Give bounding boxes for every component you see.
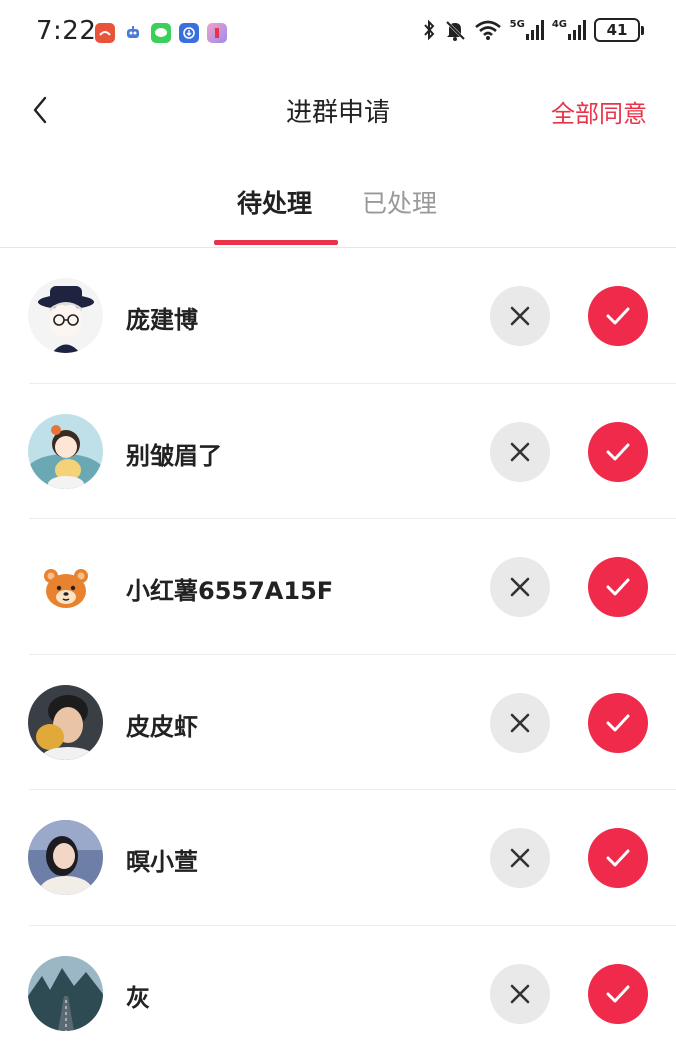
applicant-name: 暝小萱 xyxy=(126,848,198,876)
check-icon xyxy=(606,443,630,460)
bluetooth-icon xyxy=(423,19,435,41)
status-indicators: 5G 4G 41 xyxy=(422,18,644,42)
list-item: 庞建博 xyxy=(0,248,676,384)
close-icon xyxy=(510,713,530,732)
cell-signal-1: 5G xyxy=(510,20,544,40)
network-type-label: 5G xyxy=(509,19,525,30)
accept-button[interactable] xyxy=(588,963,648,1024)
avatar[interactable] xyxy=(28,684,103,760)
close-icon xyxy=(510,306,530,326)
applicant-name: 灰 xyxy=(126,983,150,1012)
accept-button[interactable] xyxy=(588,557,648,617)
reject-button[interactable] xyxy=(490,692,550,753)
tab-active-indicator xyxy=(214,240,338,245)
accept-button[interactable] xyxy=(588,692,648,753)
check-icon xyxy=(606,985,630,1002)
approve-all-button[interactable]: 全部同意 xyxy=(551,94,647,129)
applicant-name: 皮皮虾 xyxy=(126,712,198,741)
tab-processed[interactable]: 已处理 xyxy=(362,184,437,220)
check-icon xyxy=(606,578,630,596)
avatar[interactable] xyxy=(28,955,103,1031)
reject-button[interactable] xyxy=(490,963,550,1024)
close-icon xyxy=(510,442,530,461)
reject-button[interactable] xyxy=(490,421,550,482)
signal-bars-icon xyxy=(525,20,544,40)
check-icon xyxy=(606,714,630,731)
request-list: 庞建博 别皱眉了 小红薯6557A15F 皮皮虾 暝小萱 灰 xyxy=(0,248,676,1050)
avatar[interactable] xyxy=(28,278,103,353)
app-store-icon xyxy=(179,23,199,43)
list-item: 灰 xyxy=(0,926,676,1050)
robot-app-icon xyxy=(123,23,143,43)
status-time: 7:22 xyxy=(36,16,97,46)
signal-bars-icon xyxy=(568,20,586,40)
mute-bell-icon xyxy=(445,20,465,41)
reject-button[interactable] xyxy=(490,557,550,617)
status-bar: 7:22 5G 4G 41 xyxy=(0,0,676,68)
close-icon xyxy=(510,848,530,868)
avatar[interactable] xyxy=(28,549,103,624)
applicant-name: 庞建博 xyxy=(126,306,198,334)
nav-header: 进群申请 全部同意 xyxy=(0,68,676,152)
wifi-icon xyxy=(474,20,501,40)
notification-icons xyxy=(95,23,227,43)
tab-bar: 待处理 已处理 xyxy=(0,170,676,248)
tab-pending[interactable]: 待处理 xyxy=(237,184,312,220)
applicant-name: 小红薯6557A15F xyxy=(126,577,334,605)
reject-button[interactable] xyxy=(490,286,550,346)
avatar[interactable] xyxy=(28,820,103,895)
check-icon xyxy=(606,849,630,867)
accept-button[interactable] xyxy=(588,286,648,346)
applicant-name: 别皱眉了 xyxy=(126,441,222,470)
close-icon xyxy=(510,984,530,1003)
accept-button[interactable] xyxy=(588,828,648,888)
list-item: 暝小萱 xyxy=(0,790,676,926)
messages-icon xyxy=(151,23,171,43)
check-icon xyxy=(606,307,630,325)
network-type-label: 4G xyxy=(551,19,567,30)
list-item: 别皱眉了 xyxy=(0,384,676,520)
battery-indicator: 41 xyxy=(594,18,644,42)
close-icon xyxy=(510,577,530,597)
list-item: 皮皮虾 xyxy=(0,655,676,791)
accept-button[interactable] xyxy=(588,421,648,482)
missed-call-icon xyxy=(95,23,115,43)
avatar[interactable] xyxy=(28,413,103,489)
gallery-app-icon xyxy=(207,23,227,43)
list-item: 小红薯6557A15F xyxy=(0,519,676,655)
reject-button[interactable] xyxy=(490,828,550,888)
cell-signal-2: 4G xyxy=(552,20,586,40)
